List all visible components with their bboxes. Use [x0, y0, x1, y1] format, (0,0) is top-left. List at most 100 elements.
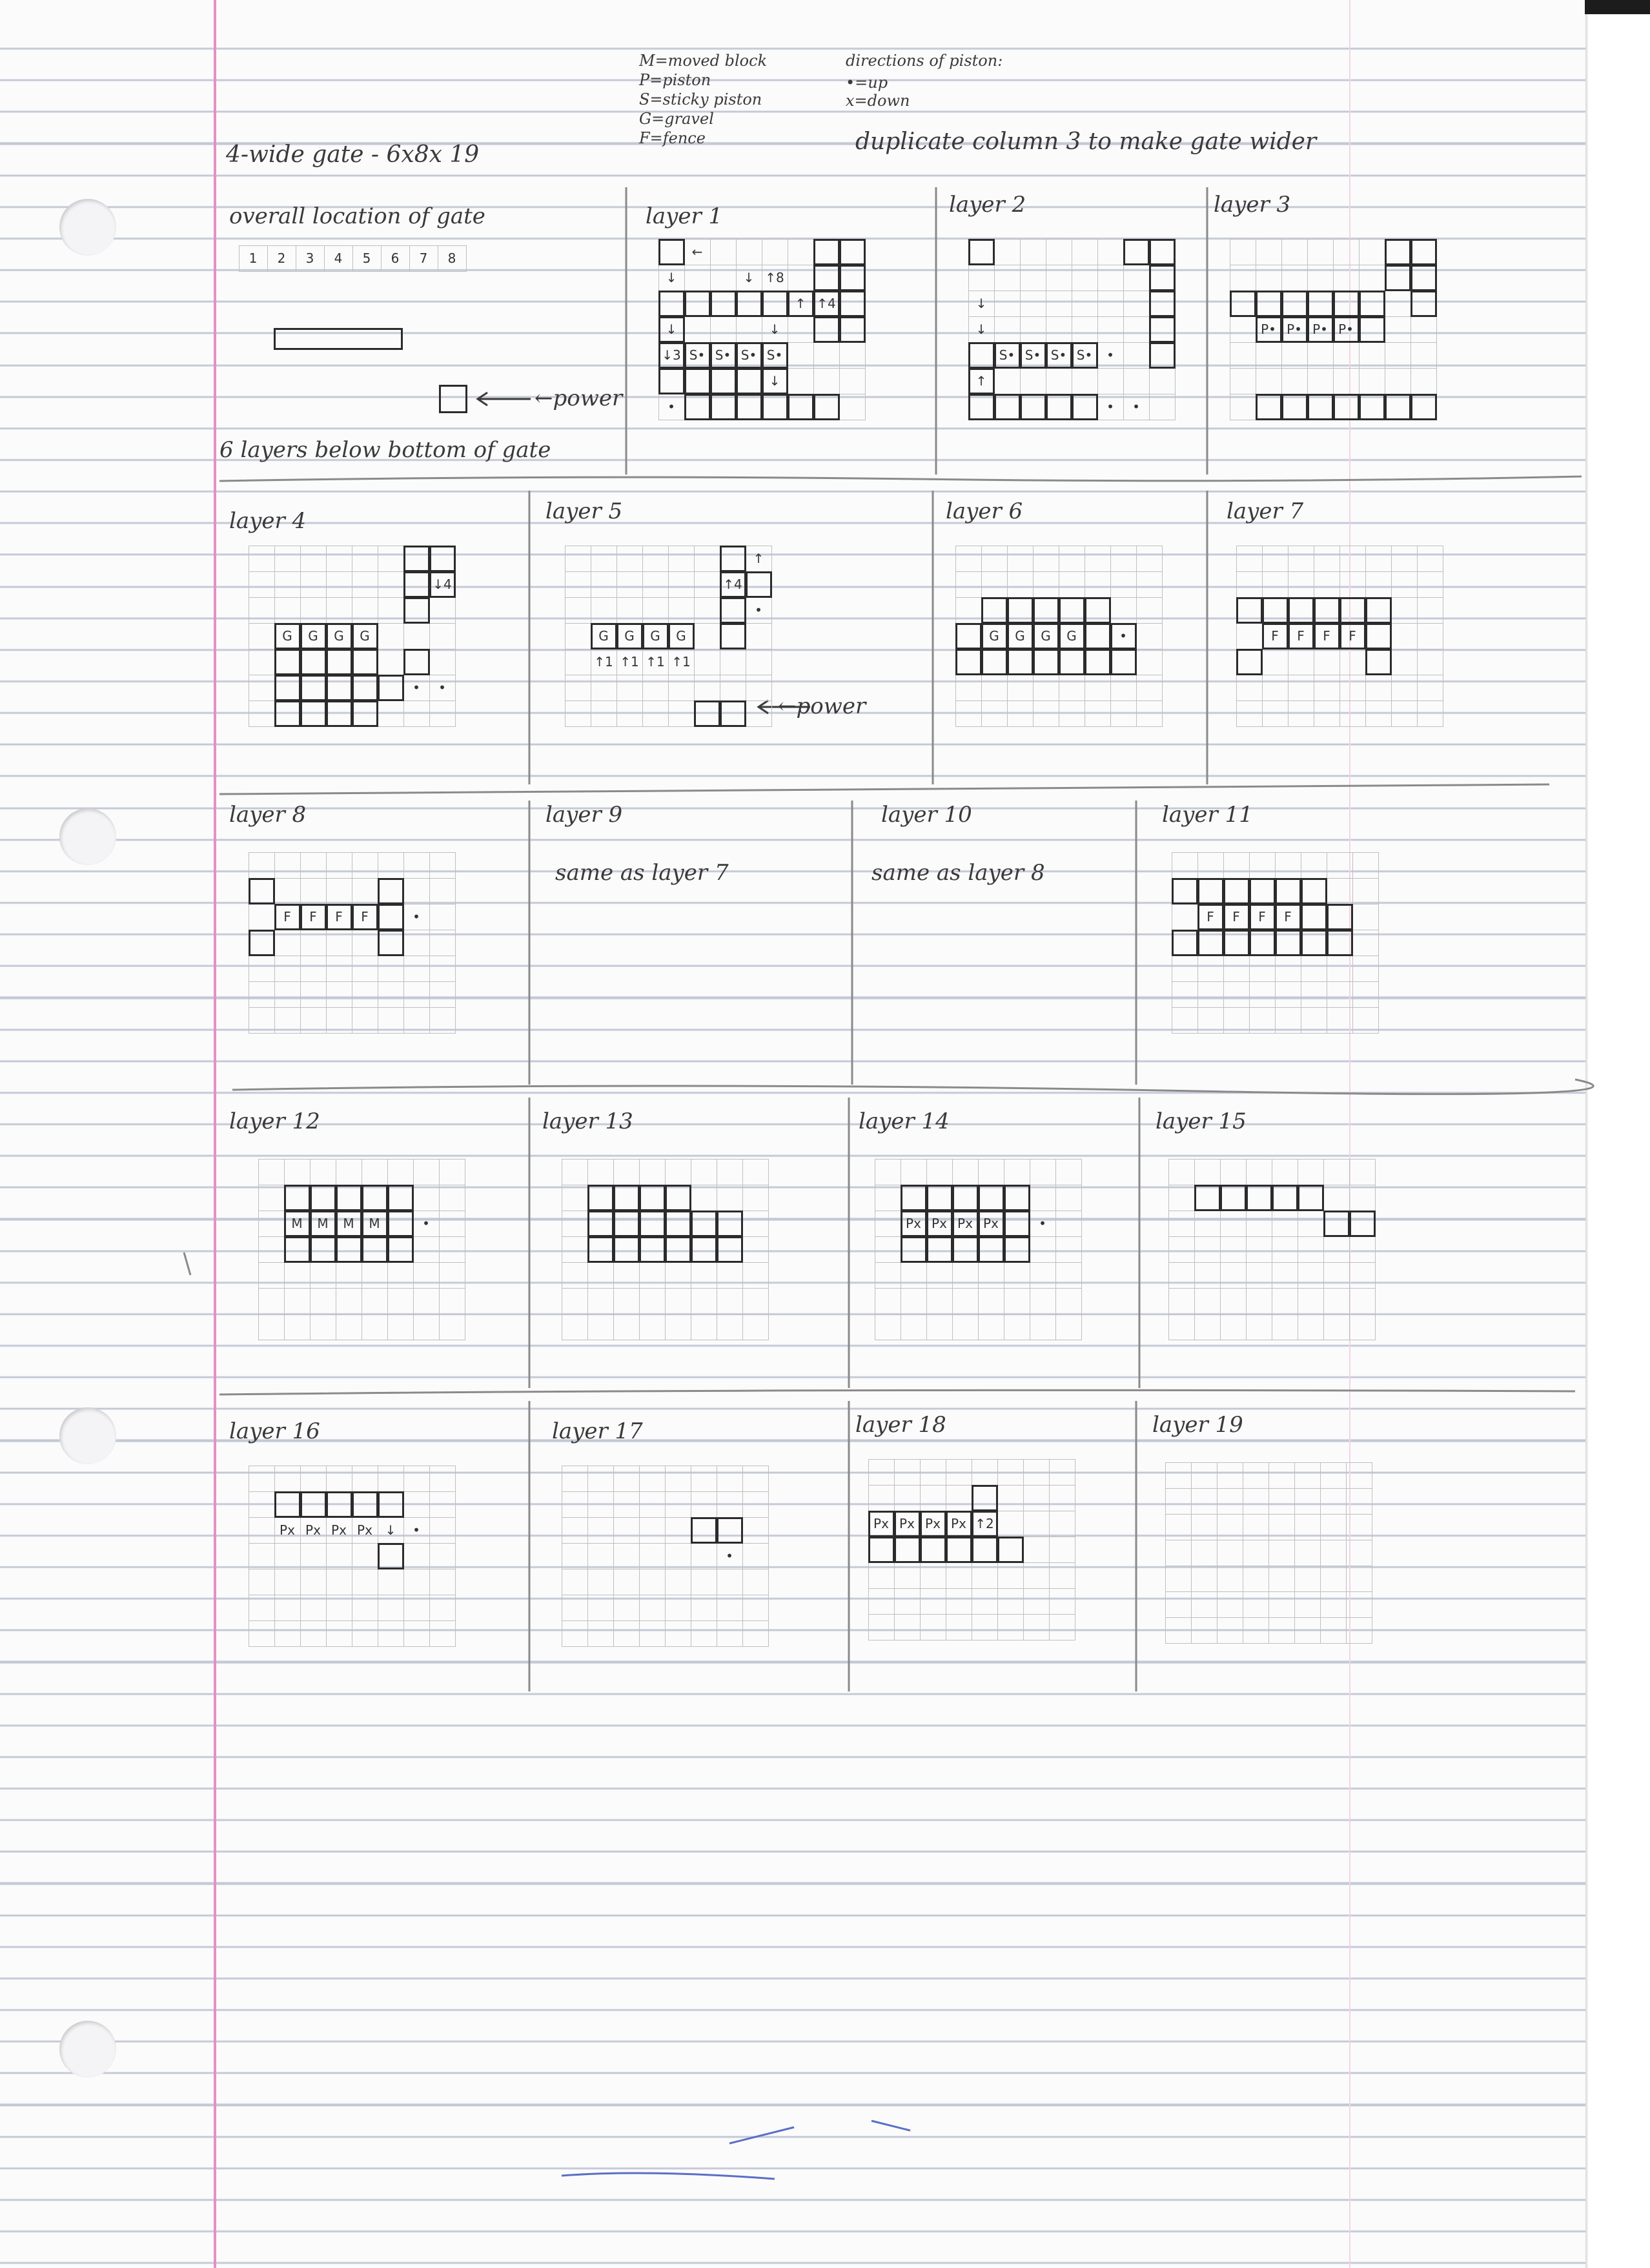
grid-cell: [1416, 622, 1443, 649]
grid-cell: [1307, 342, 1334, 369]
grid-cell: [1006, 571, 1034, 598]
grid-cell: [564, 648, 591, 675]
annotated-cell: F: [1261, 622, 1288, 649]
layer-2-grid: ↓ ↓ S• S• S• S• • ↑ • •: [968, 238, 1176, 420]
grid-cell: [412, 1158, 440, 1185]
block-cell: [638, 1236, 666, 1263]
grid-cell: [735, 316, 762, 343]
grid-cell: [997, 1484, 1024, 1511]
grid-cell: [613, 1542, 640, 1569]
grid-cell: [403, 981, 430, 1008]
grid-cell: [1236, 674, 1263, 701]
grid-cell: [813, 367, 840, 394]
grid-cell: [1071, 290, 1098, 317]
grid-cell: [690, 1158, 717, 1185]
grid-cell: [1339, 571, 1366, 598]
grid-cell: [377, 1568, 404, 1595]
block-cell: [1236, 597, 1263, 624]
block-cell: [613, 1236, 640, 1263]
grid-cell: [403, 1620, 430, 1647]
grid-cell: [667, 700, 695, 727]
grid-cell: [248, 674, 275, 701]
block-cell: [1323, 1210, 1350, 1237]
grid-cell: [438, 1184, 465, 1211]
grid-cell: [616, 700, 643, 727]
block-cell: [709, 393, 737, 420]
block-cell: [813, 264, 840, 291]
grid-cell: [690, 1542, 717, 1569]
block-cell: [977, 1236, 1004, 1263]
grid-cell: [1358, 264, 1385, 291]
grid-cell: [1294, 1462, 1321, 1489]
grid-cell: [1300, 981, 1327, 1008]
annotated-cell: S•: [993, 342, 1021, 369]
grid-cell: [377, 648, 404, 675]
block-cell: [1003, 1210, 1030, 1237]
block-cell: [664, 1184, 691, 1211]
grid-cell: [1110, 597, 1137, 624]
grid-cell: [1245, 1262, 1272, 1289]
grid-cell: [429, 929, 456, 956]
grid-cell: [1281, 342, 1308, 369]
grid-cell: [1236, 622, 1263, 649]
grid-cell: [981, 571, 1008, 598]
grid-cell: [1271, 1287, 1298, 1314]
block-cell: [403, 571, 430, 598]
grid-cell: [945, 1458, 972, 1486]
grid-cell: [412, 1236, 440, 1263]
annotated-cell: S•: [1071, 342, 1098, 369]
annotated-cell: •: [403, 1517, 430, 1544]
block-cell: [993, 393, 1021, 420]
grid-cell: [716, 1568, 743, 1595]
grid-cell: [638, 1594, 666, 1621]
grid-cell: [1003, 1158, 1030, 1185]
grid-cell: [361, 1262, 388, 1289]
block-cell: [1358, 316, 1385, 343]
grid-cell: [1071, 238, 1098, 265]
grid-cell: [638, 1542, 666, 1569]
grid-cell: [716, 1262, 743, 1289]
layer-4-label: layer 4: [229, 508, 307, 534]
annotated-cell: F: [1223, 903, 1250, 930]
grid-cell: [1268, 1617, 1295, 1644]
grid-cell: [429, 877, 456, 904]
grid-cell: [900, 1262, 927, 1289]
block-cell: [1384, 393, 1411, 420]
annotated-cell: ↓: [968, 316, 995, 343]
grid-cell: [1048, 1588, 1075, 1615]
grid-cell: [1255, 264, 1282, 291]
grid-cell: [1223, 1006, 1250, 1034]
block-cell: [971, 1484, 998, 1511]
column-number: 2: [267, 245, 296, 272]
block-cell: [361, 1184, 388, 1211]
block-cell: [361, 1236, 388, 1263]
grid-cell: [300, 852, 327, 879]
grid-cell: [1326, 852, 1353, 879]
block-cell: [1110, 648, 1137, 675]
grid-cell: [377, 955, 404, 982]
grid-cell: [587, 1491, 614, 1518]
block-cell: [335, 1184, 362, 1211]
grid-cell: [412, 1262, 440, 1289]
column-number: 8: [437, 245, 467, 272]
grid-cell: [977, 1262, 1004, 1289]
grid-cell: [667, 545, 695, 572]
grid-cell: [868, 1613, 895, 1640]
grid-cell: [274, 852, 301, 879]
grid-cell: [664, 1313, 691, 1340]
block-cell: [587, 1184, 614, 1211]
annotated-cell: ↑2: [971, 1510, 998, 1537]
grid-cell: [1384, 367, 1411, 394]
block-cell: [1123, 238, 1150, 265]
annotated-cell: ↓: [377, 1517, 404, 1544]
grid-cell: [1245, 1287, 1272, 1314]
grid-cell: [1248, 1006, 1276, 1034]
grid-cell: [1136, 597, 1163, 624]
section-divider: [219, 783, 1550, 795]
grid-cell: [1110, 674, 1137, 701]
grid-cell: [351, 955, 378, 982]
annotated-cell: ↓4: [429, 571, 456, 598]
grid-cell: [248, 545, 275, 572]
block-cell: [977, 1184, 1004, 1211]
grid-cell: [274, 981, 301, 1008]
